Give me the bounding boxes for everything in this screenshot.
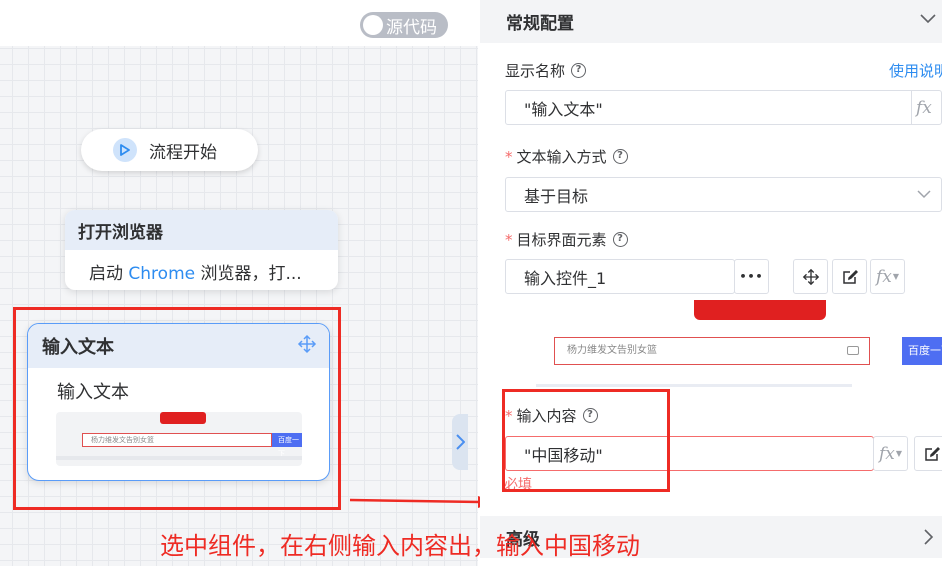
highlight-box-input: [502, 389, 670, 492]
desc-prefix: 启动: [89, 264, 129, 284]
more-button[interactable]: •••: [734, 259, 769, 294]
edit-icon: [924, 446, 940, 461]
edit-content-button[interactable]: [914, 436, 942, 471]
highlight-box-node: [13, 307, 341, 510]
required-mark: *: [505, 147, 513, 166]
pick-element-button[interactable]: [793, 259, 828, 294]
preview-bar: [536, 384, 852, 387]
help-icon[interactable]: ?: [612, 232, 628, 247]
text-input-mode-label-row: * 文本输入方式 ?: [505, 146, 628, 167]
text-input-mode-label: 文本输入方式: [516, 148, 607, 166]
open-browser-node-desc: 启动 Chrome 浏览器，打...: [65, 250, 338, 284]
text-input-mode-select[interactable]: 基于目标: [505, 177, 942, 212]
fx-label: fx: [878, 443, 895, 464]
fx-label: fx: [875, 266, 892, 287]
open-browser-node-title: 打开浏览器: [65, 210, 338, 250]
more-icon: •••: [739, 270, 764, 283]
desc-keyword: Chrome: [128, 264, 196, 284]
source-code-toggle[interactable]: 源代码: [360, 12, 448, 38]
display-name-value: "输入文本": [524, 99, 603, 119]
preview-search-button: 百度一下: [902, 337, 942, 365]
source-code-label: 源代码: [386, 17, 437, 38]
target-element-input[interactable]: 输入控件_1: [505, 259, 735, 294]
preview-search-box: 杨力维发文告别女篮: [554, 337, 870, 365]
chevron-right-icon: [924, 529, 934, 545]
edit-icon: [842, 269, 858, 284]
camera-icon: [847, 346, 859, 355]
start-node-label: 流程开始: [149, 142, 217, 163]
display-name-label: 显示名称: [505, 62, 566, 80]
target-element-label: 目标界面元素: [516, 231, 607, 249]
preview-search-text: 杨力维发文告别女篮: [567, 345, 657, 356]
fx-button[interactable]: fx ▼: [870, 259, 905, 294]
chevron-down-icon: [920, 14, 936, 24]
target-element-label-row: * 目标界面元素 ?: [505, 229, 628, 250]
panel-collapse-toggle[interactable]: [452, 414, 468, 470]
edit-element-button[interactable]: [832, 259, 867, 294]
annotation-text: 选中组件，在右侧输入内容出，输入中国移动: [160, 532, 640, 560]
required-mark: *: [505, 230, 513, 249]
text-input-mode-value: 基于目标: [524, 186, 589, 206]
chevron-right-icon: [455, 434, 465, 450]
help-icon[interactable]: ?: [612, 149, 628, 164]
caret-down-icon: ▼: [895, 449, 903, 458]
fx-icon[interactable]: fx: [911, 91, 941, 124]
display-name-input[interactable]: "输入文本" fx: [505, 90, 942, 125]
help-icon[interactable]: ?: [571, 63, 587, 78]
display-name-label-row: 显示名称 ?: [505, 60, 587, 81]
target-element-value: 输入控件_1: [524, 268, 607, 288]
general-section-title: 常规配置: [506, 14, 574, 34]
help-link[interactable]: 使用说明: [889, 60, 942, 81]
element-preview: 杨力维发文告别女篮 百度一下: [536, 300, 942, 390]
play-icon: [113, 138, 137, 162]
chevron-down-icon: [917, 190, 931, 199]
start-node[interactable]: 流程开始: [81, 129, 258, 171]
caret-down-icon: ▼: [892, 272, 900, 281]
open-browser-node[interactable]: 打开浏览器 启动 Chrome 浏览器，打...: [65, 210, 338, 290]
baidu-logo: [694, 300, 826, 320]
general-section-header[interactable]: 常规配置: [480, 0, 942, 43]
desc-suffix: 浏览器，打...: [195, 264, 302, 284]
toggle-knob: [363, 15, 383, 35]
move-icon: [802, 268, 819, 285]
arrow-icon: [349, 496, 496, 508]
fx-label: fx: [916, 97, 932, 118]
fx-button[interactable]: fx ▼: [873, 436, 908, 471]
